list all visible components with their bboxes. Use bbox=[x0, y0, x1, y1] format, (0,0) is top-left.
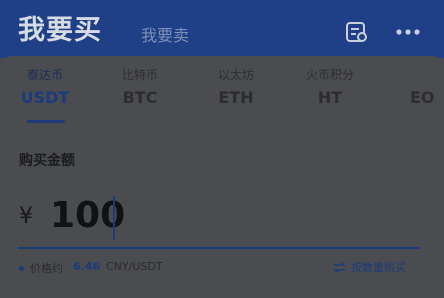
tab-buy[interactable]: 我要买 bbox=[18, 8, 102, 47]
price-dot bbox=[19, 266, 24, 271]
coin-code: EO bbox=[410, 88, 435, 107]
amount-input[interactable] bbox=[50, 193, 410, 237]
coin-code: HT bbox=[317, 88, 343, 107]
switch-label: 按数量购买 bbox=[351, 261, 406, 274]
currency-symbol: ¥ bbox=[19, 204, 33, 229]
input-underline bbox=[18, 247, 420, 249]
price-value: 6.46 bbox=[73, 260, 101, 273]
swap-arrows-icon bbox=[333, 261, 346, 273]
active-coin-indicator bbox=[27, 120, 65, 123]
order-list-icon[interactable] bbox=[345, 21, 369, 43]
coin-name: 以太坊 bbox=[217, 68, 254, 82]
coin-code: ETH bbox=[218, 88, 254, 107]
coin-tab-btc[interactable]: 比特币 BTC bbox=[105, 66, 175, 107]
coin-code: BTC bbox=[122, 88, 158, 107]
coin-tab-eos[interactable]: EO bbox=[392, 66, 444, 107]
price-label: 价格约 bbox=[30, 262, 63, 275]
switch-to-quantity-button[interactable]: 按数量购买 bbox=[333, 258, 406, 276]
coin-name: 比特币 bbox=[121, 68, 158, 82]
more-dots-icon[interactable] bbox=[394, 22, 422, 42]
coin-name: 火币积分 bbox=[305, 68, 354, 82]
coin-tab-eth[interactable]: 以太坊 ETH bbox=[201, 66, 271, 107]
coin-tab-ht[interactable]: 火币积分 HT bbox=[295, 66, 365, 107]
coin-name: 泰达币 bbox=[26, 68, 63, 82]
text-caret bbox=[113, 196, 115, 240]
coin-name bbox=[410, 66, 444, 84]
coin-tab-usdt[interactable]: 泰达币 USDT bbox=[10, 66, 80, 107]
tab-sell[interactable]: 我要卖 bbox=[141, 22, 189, 46]
amount-label: 购买金额 bbox=[19, 153, 75, 169]
coin-code: USDT bbox=[20, 88, 70, 107]
price-unit: CNY/USDT bbox=[106, 260, 163, 273]
top-header: 我要买 我要卖 bbox=[0, 0, 444, 58]
